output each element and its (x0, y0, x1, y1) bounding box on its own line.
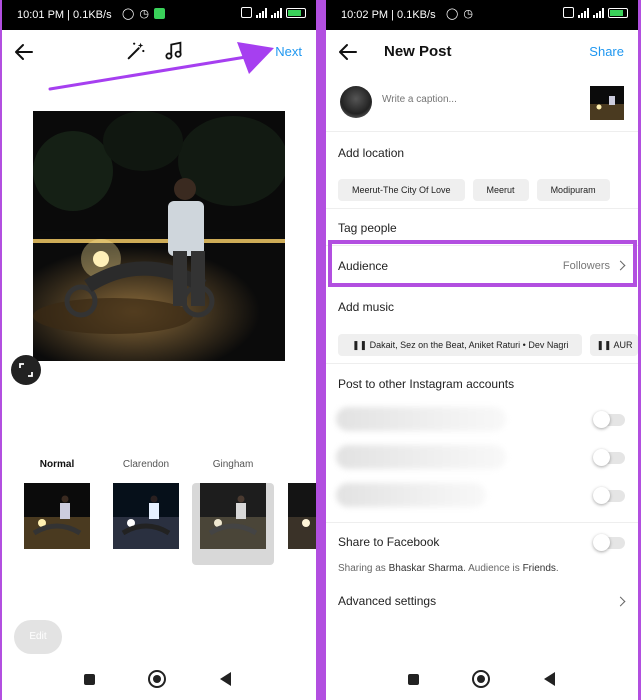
status-time: 10:02 PM | 0.1KB/s (341, 9, 436, 21)
account-row (336, 403, 626, 435)
signal-icon-2 (271, 7, 282, 18)
nav-back-icon[interactable] (544, 672, 555, 686)
music-bars-icon: ❚❚ (596, 340, 614, 350)
divider (326, 208, 638, 209)
share-facebook-label: Share to Facebook (338, 535, 440, 549)
mute-icon: ◯ (122, 8, 135, 20)
home-icon[interactable] (148, 670, 166, 688)
signal-icon (578, 7, 589, 18)
back-arrow-icon[interactable] (12, 40, 36, 64)
caption-row (326, 80, 638, 132)
filter-thumbnail (200, 483, 266, 549)
filter-label: Clarendon (122, 459, 170, 470)
app-notification-icon (153, 8, 165, 19)
caption-input[interactable] (382, 94, 582, 105)
facebook-audience: Friends (522, 563, 556, 574)
post-thumbnail (590, 86, 624, 120)
facebook-sharing-info: Sharing as Bhaskar Sharma. Audience is F… (338, 563, 559, 574)
account-toggle[interactable] (593, 449, 625, 466)
account-row (336, 441, 626, 473)
audience-highlight-box (328, 240, 637, 287)
account-toggle[interactable] (593, 411, 625, 428)
new-post-screen: 10:02 PM | 0.1KB/s ◯ ◷ New Post Share Ad… (326, 0, 638, 700)
next-button[interactable]: Next (275, 44, 302, 59)
expand-crop-button[interactable] (11, 355, 41, 385)
filter-thumbnail (113, 483, 179, 549)
filter-m[interactable]: M (280, 455, 316, 549)
share-facebook-row: Share to Facebook (326, 534, 638, 555)
avatar (340, 86, 372, 118)
recents-icon[interactable] (408, 674, 419, 685)
status-bar: 10:02 PM | 0.1KB/s ◯ ◷ (326, 0, 638, 30)
music-chip[interactable]: ❚❚ Dakait, Sez on the Beat, Aniket Ratur… (338, 334, 583, 356)
filter-label: Gingham (212, 459, 254, 470)
filter-thumbnail (288, 483, 316, 549)
mute-icon: ◯ (446, 8, 459, 20)
blurred-account (336, 407, 506, 431)
divider (326, 522, 638, 523)
page-title: New Post (384, 43, 452, 60)
music-chip-label: Dakait, Sez on the Beat, Aniket Raturi •… (369, 340, 569, 350)
filter-selected-frame (192, 483, 274, 565)
expand-icon (19, 363, 33, 377)
photo-image (33, 111, 285, 361)
share-button[interactable]: Share (589, 44, 624, 59)
account-row (336, 479, 626, 511)
battery-icon (608, 7, 628, 18)
top-bar: Next (2, 30, 316, 74)
sim-icon (241, 7, 252, 18)
filter-screen: 10:01 PM | 0.1KB/s ◯ ◷ Next Normal Clare… (2, 0, 316, 700)
filter-label: Normal (39, 459, 75, 470)
edit-button[interactable]: Edit (14, 620, 62, 654)
home-icon[interactable] (472, 670, 490, 688)
account-toggle[interactable] (593, 487, 625, 504)
filter-gingham[interactable]: Gingham (192, 455, 274, 565)
photo-preview (33, 111, 285, 361)
tag-people-label: Tag people (338, 221, 397, 235)
nav-back-icon[interactable] (220, 672, 231, 686)
add-music-label: Add music (338, 300, 395, 314)
back-arrow-icon[interactable] (336, 40, 360, 64)
recents-icon[interactable] (84, 674, 95, 685)
blurred-account (336, 483, 486, 507)
advanced-settings-label: Advanced settings (338, 594, 437, 608)
location-chip[interactable]: Modipuram (536, 179, 610, 201)
signal-icon (256, 7, 267, 18)
music-bars-icon: ❚❚ (352, 340, 370, 350)
divider (326, 363, 638, 364)
signal-icon-2 (593, 7, 604, 18)
filter-normal[interactable]: Normal (16, 455, 98, 549)
chevron-right-icon (615, 596, 626, 607)
music-chip-label: AUR (613, 340, 633, 350)
facebook-toggle[interactable] (593, 534, 625, 551)
add-location-label: Add location (338, 146, 405, 160)
facebook-account-name: Bhaskar Sharma (388, 563, 464, 574)
post-other-accounts-label: Post to other Instagram accounts (338, 377, 515, 391)
system-nav-bar (326, 660, 638, 700)
music-note-icon[interactable] (163, 40, 185, 62)
filter-thumbnail (24, 483, 90, 549)
status-bar: 10:01 PM | 0.1KB/s ◯ ◷ (2, 0, 316, 30)
battery-icon (286, 7, 306, 18)
location-chips: Meerut-The City Of Love Meerut Modipuram (338, 179, 638, 201)
status-time: 10:01 PM | 0.1KB/s (17, 9, 112, 21)
alarm-icon: ◷ (463, 8, 473, 20)
location-chip[interactable]: Meerut-The City Of Love (338, 179, 465, 201)
blurred-account (336, 445, 506, 469)
advanced-settings-row[interactable]: Advanced settings (326, 594, 638, 614)
sim-icon (563, 7, 574, 18)
filter-label: M (280, 455, 316, 475)
filter-strip: Normal Clarendon Gingham M (2, 455, 316, 575)
magic-wand-icon[interactable] (125, 40, 147, 62)
location-chip[interactable]: Meerut (472, 179, 529, 201)
alarm-icon: ◷ (139, 8, 149, 20)
system-nav-bar (2, 660, 316, 700)
top-bar: New Post Share (326, 30, 638, 74)
filter-clarendon[interactable]: Clarendon (105, 455, 187, 549)
music-chip[interactable]: ❚❚ AUR (590, 334, 638, 356)
music-chips: ❚❚ Dakait, Sez on the Beat, Aniket Ratur… (338, 334, 638, 356)
